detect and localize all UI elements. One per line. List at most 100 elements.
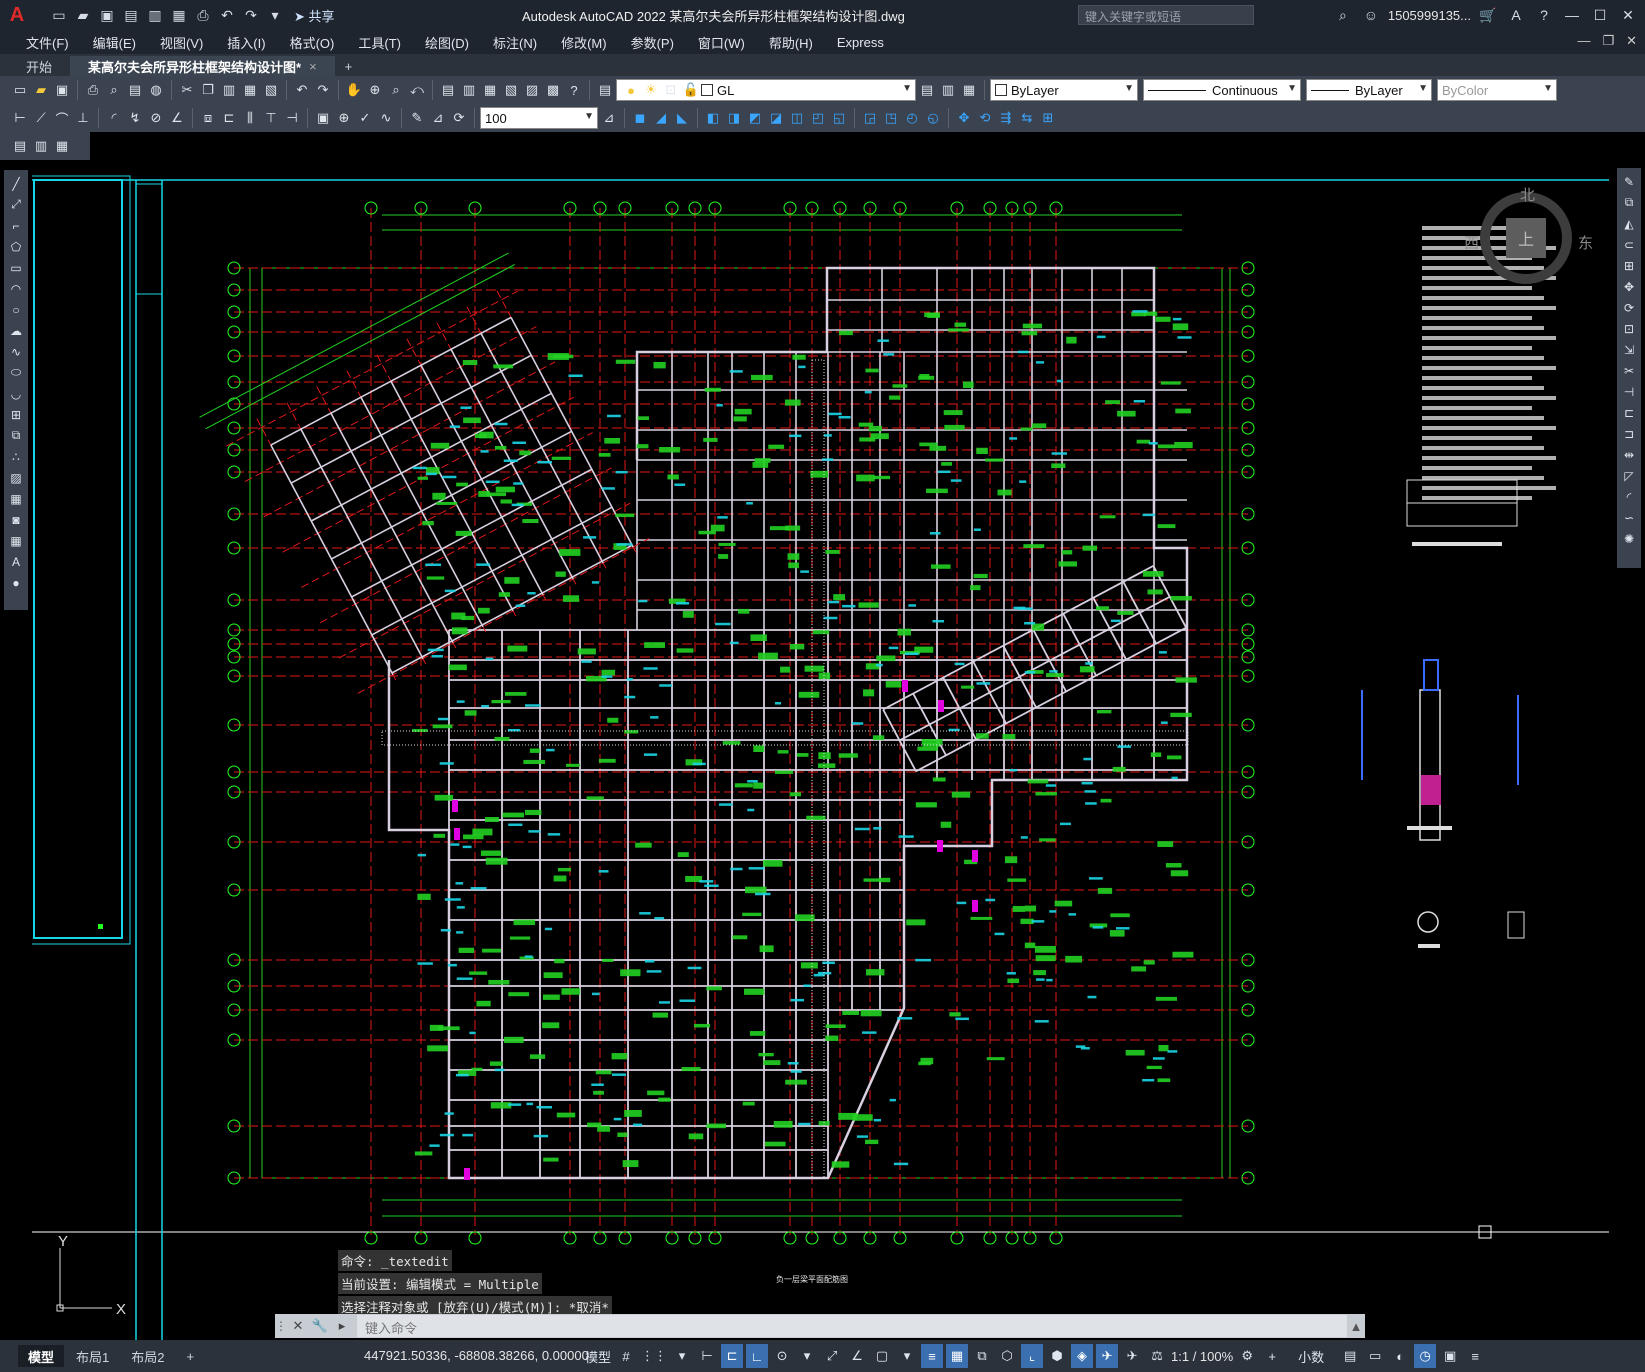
beam-label[interactable]	[1116, 927, 1130, 930]
mleader-style-icon[interactable]: ▦	[52, 136, 72, 156]
layout-tab-1[interactable]: 布局1	[66, 1345, 119, 1367]
column[interactable]	[972, 850, 978, 862]
new-tab-button[interactable]: +	[335, 56, 363, 76]
dim-arc-icon[interactable]: ⌒	[52, 108, 72, 128]
insert-block-icon[interactable]: ⊞	[6, 405, 26, 424]
rebar-annotation[interactable]	[868, 425, 882, 432]
rebar-annotation[interactable]	[677, 852, 689, 857]
point-icon[interactable]: ∴	[6, 447, 26, 466]
customization-icon[interactable]: ≡	[1464, 1344, 1486, 1368]
rebar-annotation[interactable]	[611, 1053, 628, 1060]
beam-label[interactable]	[462, 845, 472, 849]
beam-label[interactable]	[417, 853, 426, 857]
beam-label[interactable]	[591, 992, 600, 996]
rebar-annotation[interactable]	[493, 364, 514, 369]
rebar-annotation[interactable]	[1039, 838, 1056, 842]
command-close-icon[interactable]: ✕	[287, 1318, 309, 1334]
wing-line[interactable]	[450, 348, 574, 580]
cut-icon[interactable]: ✂	[177, 80, 197, 100]
hatch-band[interactable]	[811, 359, 825, 1179]
beam-label[interactable]	[862, 1031, 877, 1034]
beam-label[interactable]	[439, 762, 454, 765]
dynamic-ucs-icon[interactable]: ⌞	[1021, 1344, 1044, 1368]
rebar-annotation[interactable]	[1023, 544, 1045, 548]
menu-draw[interactable]: 绘图(D)	[413, 33, 481, 52]
linetype-dropdown[interactable]: Continuous ▼	[1143, 79, 1301, 101]
general-notes-text[interactable]	[1422, 316, 1532, 320]
rebar-annotation[interactable]	[1035, 792, 1057, 796]
rebar-annotation[interactable]	[838, 1112, 858, 1120]
beam-label[interactable]	[1142, 513, 1155, 517]
add-selected-icon[interactable]: ●	[6, 573, 26, 592]
clean-screen-icon[interactable]: ▣	[1439, 1344, 1461, 1368]
beam-label[interactable]	[481, 704, 489, 708]
rebar-annotation[interactable]	[553, 875, 567, 882]
rebar-annotation[interactable]	[1147, 589, 1163, 595]
rebar-annotation[interactable]	[1172, 323, 1189, 331]
rebar-annotation[interactable]	[617, 1132, 628, 1137]
rebar-annotation[interactable]	[951, 791, 971, 798]
rebar-annotation[interactable]	[906, 919, 926, 926]
rebar-annotation[interactable]	[943, 410, 963, 416]
beam-label[interactable]	[1148, 442, 1158, 445]
rebar-annotation[interactable]	[1142, 571, 1164, 577]
menu-parametric[interactable]: 参数(P)	[619, 33, 686, 52]
beam-label[interactable]	[503, 459, 518, 462]
beam-label[interactable]	[544, 927, 553, 931]
general-notes-text[interactable]	[1422, 496, 1532, 500]
zoom-previous-icon[interactable]: ⤺	[407, 80, 427, 100]
rebar-annotation[interactable]	[1095, 606, 1109, 611]
close-icon[interactable]: ✕	[1617, 4, 1639, 26]
dim-baseline-icon[interactable]: ⊏	[219, 108, 239, 128]
rebar-annotation[interactable]	[1167, 755, 1182, 760]
rebar-annotation[interactable]	[1157, 841, 1174, 848]
polyline-icon[interactable]: ⌐	[6, 216, 26, 235]
gizmo-icon[interactable]: ◈	[1071, 1344, 1094, 1368]
beam-label[interactable]	[755, 892, 771, 896]
beam-label[interactable]	[624, 695, 636, 699]
rebar-annotation[interactable]	[587, 1122, 602, 1128]
dim-aligned-icon[interactable]: ⟋	[31, 108, 51, 128]
rebar-annotation[interactable]	[773, 1120, 793, 1128]
rebar-annotation[interactable]	[796, 753, 809, 757]
dim-style-icon[interactable]: ⊿	[599, 108, 619, 128]
general-notes-text[interactable]	[1422, 386, 1544, 390]
3d-osnap-icon[interactable]: ⬡	[996, 1344, 1018, 1368]
rebar-annotation[interactable]	[915, 802, 937, 808]
beam-label[interactable]	[616, 543, 633, 546]
beam-label[interactable]	[528, 830, 541, 833]
column-detail[interactable]	[1423, 659, 1439, 691]
dim-diameter-icon[interactable]: ⊘	[146, 108, 166, 128]
polygon-icon[interactable]: ⬠	[6, 237, 26, 256]
rebar-annotation[interactable]	[838, 753, 858, 758]
beam-label[interactable]	[798, 1122, 811, 1126]
beam-label[interactable]	[591, 1083, 604, 1086]
rebar-annotation[interactable]	[495, 486, 515, 493]
drawing-title[interactable]: 负一层梁平面配筋图	[776, 1274, 848, 1284]
column-detail[interactable]	[1419, 689, 1441, 841]
rebar-annotation[interactable]	[529, 748, 540, 753]
wing-line[interactable]	[351, 468, 593, 598]
rebar-annotation[interactable]	[615, 359, 636, 364]
fillet-icon[interactable]: ◜	[1619, 487, 1639, 506]
rebar-annotation[interactable]	[422, 520, 434, 526]
table-style-icon[interactable]: ▥	[31, 136, 51, 156]
beam-label[interactable]	[994, 932, 1005, 936]
beam-label[interactable]	[915, 958, 932, 962]
rebar-annotation[interactable]	[494, 445, 507, 450]
rebar-annotation[interactable]	[463, 417, 481, 424]
rebar-annotation[interactable]	[417, 476, 428, 480]
menu-view[interactable]: 视图(V)	[148, 33, 215, 52]
beam-label[interactable]	[417, 962, 433, 965]
3d-array-icon[interactable]: ⊞	[1038, 108, 1058, 128]
rebar-annotation[interactable]	[694, 1023, 711, 1028]
rebar-annotation[interactable]	[929, 445, 947, 451]
beam-label[interactable]	[607, 414, 621, 418]
beam-label[interactable]	[546, 748, 555, 752]
copy-object-icon[interactable]: ⧉	[1619, 193, 1639, 212]
general-notes-text[interactable]	[1422, 396, 1556, 400]
rebar-annotation[interactable]	[718, 542, 736, 546]
general-notes-text[interactable]	[1422, 346, 1532, 350]
layer-previous-icon[interactable]: ▥	[938, 80, 958, 100]
beam-label[interactable]	[515, 604, 526, 608]
